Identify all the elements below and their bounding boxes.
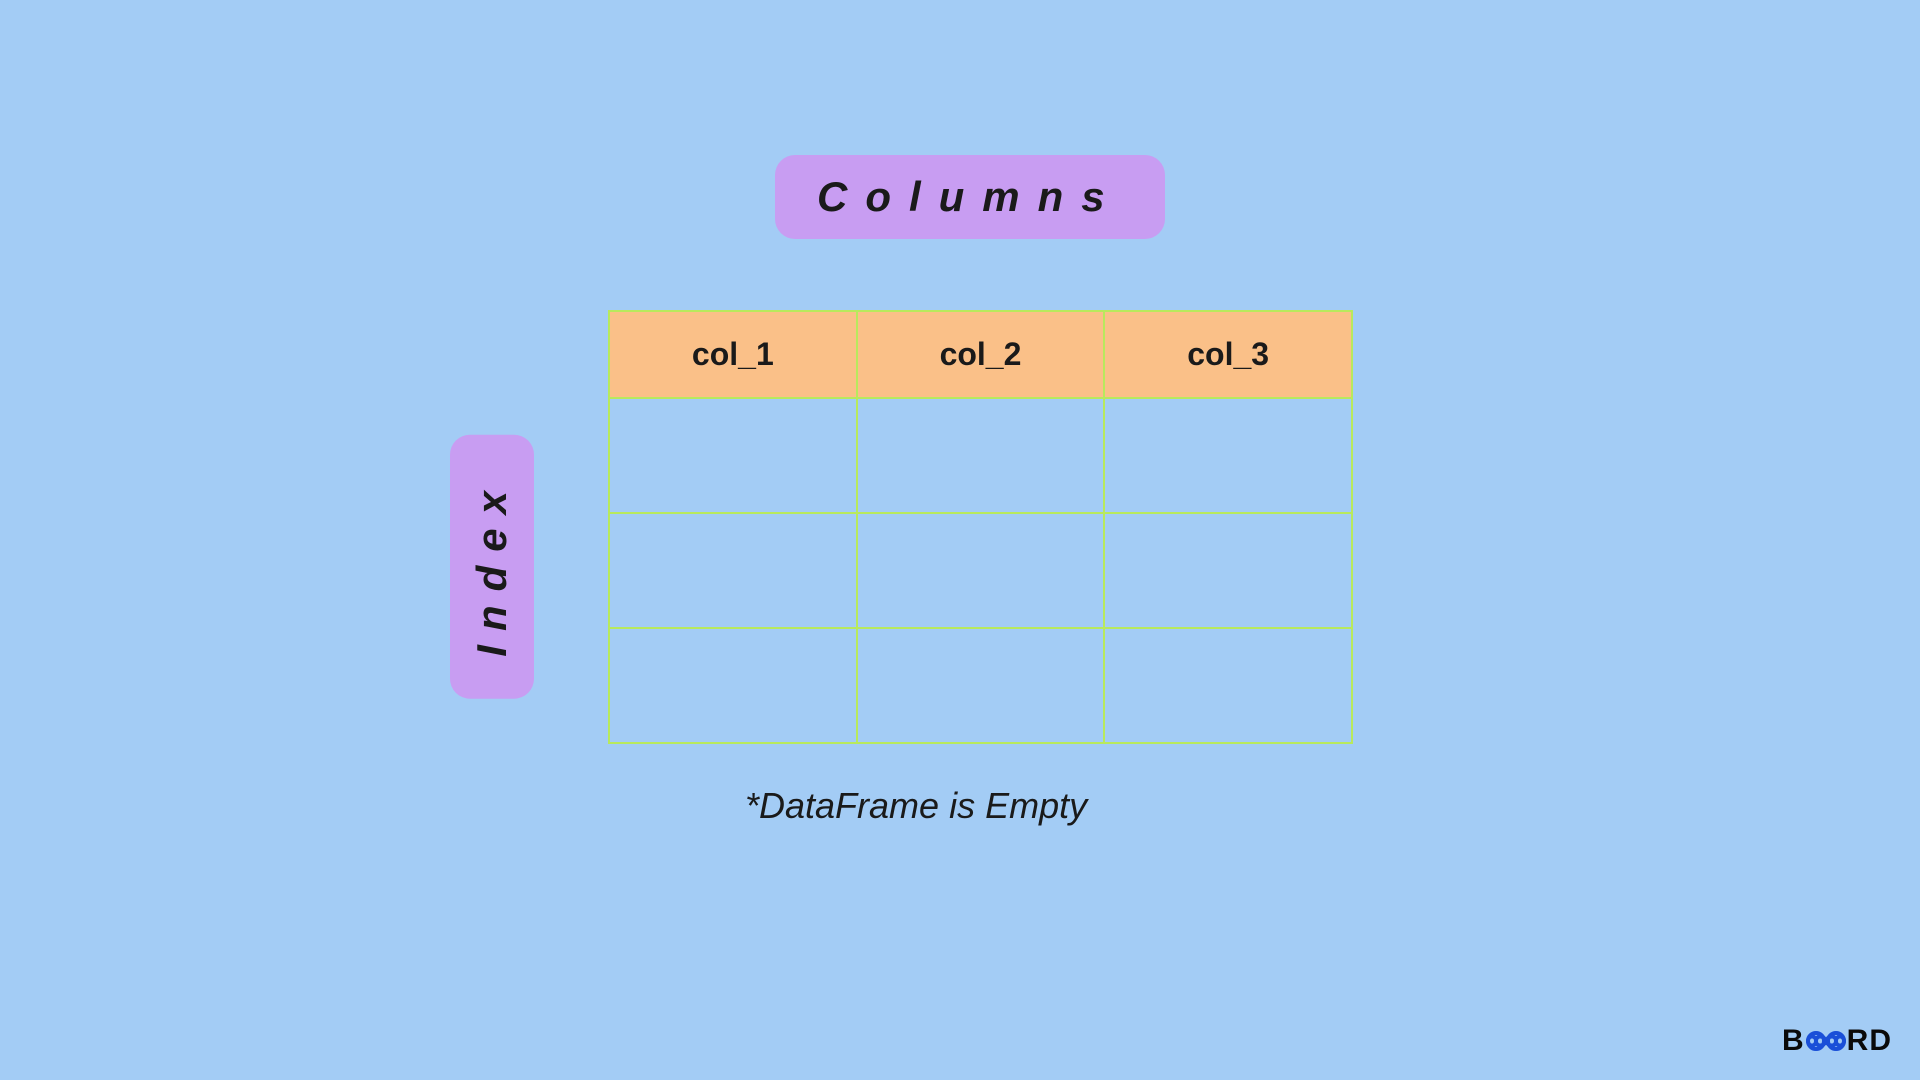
column-header: col_1 (609, 311, 857, 398)
table-cell (1104, 398, 1352, 513)
table-cell (609, 628, 857, 743)
index-label: Index (450, 435, 534, 699)
dataframe-table: col_1 col_2 col_3 (608, 310, 1353, 744)
logo-text-part1: B (1782, 1024, 1805, 1058)
board-logo: B RD (1782, 1024, 1892, 1058)
table-row (609, 513, 1352, 628)
table-cell (609, 398, 857, 513)
table-cell (1104, 513, 1352, 628)
table-row (609, 398, 1352, 513)
table-cell (1104, 628, 1352, 743)
column-header: col_2 (857, 311, 1105, 398)
table-body (609, 398, 1352, 743)
column-header: col_3 (1104, 311, 1352, 398)
table-cell (857, 398, 1105, 513)
table-cell (857, 513, 1105, 628)
table-cell (857, 628, 1105, 743)
table-cell (609, 513, 857, 628)
table-row (609, 628, 1352, 743)
empty-caption: *DataFrame is Empty (745, 785, 1087, 827)
infinity-icon (1806, 1030, 1846, 1052)
table-header-row: col_1 col_2 col_3 (609, 311, 1352, 398)
columns-label: Columns (775, 155, 1165, 239)
logo-text-part2: RD (1847, 1024, 1892, 1058)
